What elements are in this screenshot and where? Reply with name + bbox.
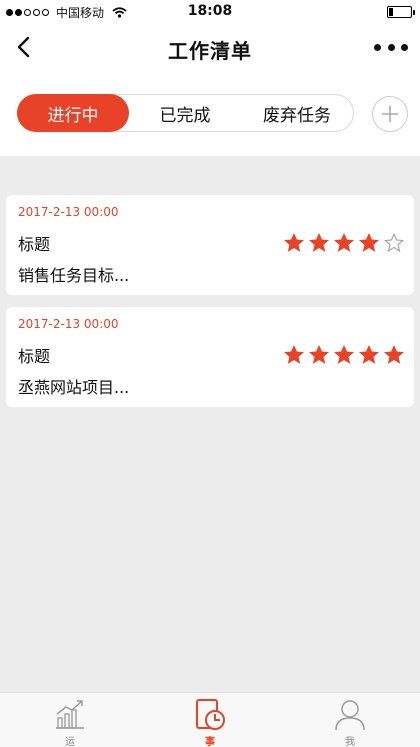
segmented-control: 进行中 已完成 废弃任务 bbox=[17, 94, 354, 132]
tab-bar-label: 运 bbox=[65, 737, 75, 747]
star-filled-icon bbox=[284, 233, 304, 252]
battery-icon bbox=[387, 6, 415, 18]
star-filled-icon bbox=[384, 345, 404, 364]
task-description: 丞燕网站项目... bbox=[18, 378, 130, 397]
task-card[interactable]: 2017-2-13 00:00 标题 销售任务目标... bbox=[6, 195, 414, 295]
star-filled-icon bbox=[359, 233, 379, 252]
task-title: 标题 bbox=[18, 235, 51, 254]
task-date: 2017-2-13 00:00 bbox=[18, 205, 119, 219]
tab-bar-label: 事 bbox=[205, 737, 215, 747]
plus-icon bbox=[382, 106, 398, 122]
tab-bar-item-operations[interactable]: 运 bbox=[20, 693, 120, 747]
tab-in-progress[interactable]: 进行中 bbox=[17, 94, 129, 132]
task-card[interactable]: 2017-2-13 00:00 标题 丞燕网站项目... bbox=[6, 307, 414, 407]
tab-bar-item-me[interactable]: 我 bbox=[300, 693, 400, 747]
tab-bar-item-tasks[interactable]: 事 bbox=[160, 693, 260, 747]
status-time: 18:08 bbox=[187, 3, 233, 19]
star-empty-icon bbox=[384, 233, 404, 252]
star-filled-icon bbox=[309, 233, 329, 252]
page-title: 工作清单 bbox=[168, 39, 252, 63]
star-filled-icon bbox=[334, 345, 354, 364]
status-bar: 中国移动 18:08 bbox=[0, 0, 420, 24]
tab-abandoned[interactable]: 废弃任务 bbox=[241, 95, 353, 131]
tabs-section: 进行中 已完成 废弃任务 bbox=[0, 74, 420, 156]
task-title: 标题 bbox=[18, 347, 51, 366]
user-icon bbox=[335, 700, 365, 731]
navigation-bar: 工作清单 bbox=[0, 24, 420, 74]
task-clock-icon bbox=[196, 699, 225, 730]
tab-completed[interactable]: 已完成 bbox=[129, 95, 241, 131]
tab-bar-label: 我 bbox=[345, 737, 355, 747]
star-filled-icon bbox=[359, 345, 379, 364]
star-filled-icon bbox=[284, 345, 304, 364]
more-dots-icon bbox=[374, 43, 381, 51]
task-date: 2017-2-13 00:00 bbox=[18, 317, 119, 331]
star-filled-icon bbox=[309, 345, 329, 364]
add-task-button[interactable] bbox=[372, 96, 408, 132]
star-filled-icon bbox=[334, 233, 354, 252]
rating-stars bbox=[284, 345, 404, 365]
bottom-tab-bar: 运 事 我 bbox=[0, 692, 420, 747]
task-description: 销售任务目标... bbox=[18, 266, 130, 285]
chart-growth-icon bbox=[56, 700, 84, 729]
more-button[interactable] bbox=[374, 38, 408, 56]
rating-stars bbox=[284, 233, 404, 253]
